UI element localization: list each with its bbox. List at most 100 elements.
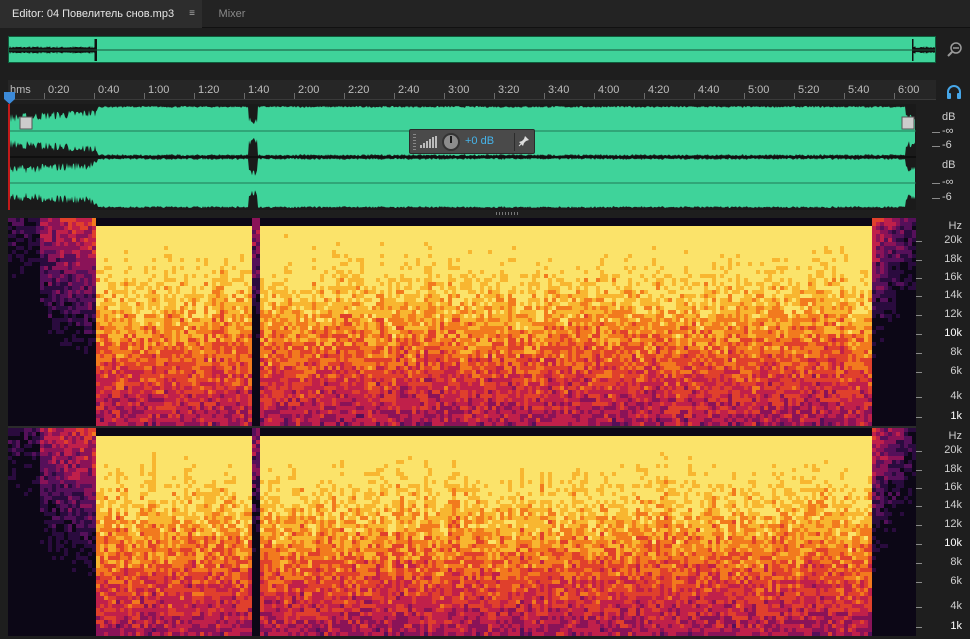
hz-label: 4k [950, 390, 962, 402]
tab-menu-icon[interactable]: ≡ [186, 0, 198, 28]
hz-label: 8k [950, 346, 962, 358]
hz-label: 16k [944, 481, 962, 493]
ruler-tick-mark [694, 93, 695, 99]
spectrogram-graph [8, 428, 916, 636]
hz-label: 14k [944, 289, 962, 301]
hz-label: 10k [944, 327, 962, 339]
ruler-tick-label: 2:20 [348, 84, 369, 96]
hz-label: 12k [944, 308, 962, 320]
ruler-tick-mark [344, 93, 345, 99]
hz-label: 18k [944, 253, 962, 265]
hz-label: 12k [944, 518, 962, 530]
hz-label: 4k [950, 600, 962, 612]
overview-waveform-graph [9, 38, 935, 62]
db-tick [932, 132, 940, 133]
ruler-tick-label: 5:40 [848, 84, 869, 96]
pin-icon[interactable] [518, 135, 530, 150]
ruler-tick-label: 1:40 [248, 84, 269, 96]
ruler-tick-mark [644, 93, 645, 99]
ruler-tick-label: 5:00 [748, 84, 769, 96]
db-tick [932, 146, 940, 147]
overview-waveform[interactable] [8, 36, 936, 63]
ruler-tick-mark [844, 93, 845, 99]
db-label-6-bottom: -6 [942, 191, 952, 203]
hz-tick [916, 315, 922, 316]
hz-tick [916, 506, 922, 507]
hz-tick [916, 278, 922, 279]
tab-editor[interactable]: Editor: 04 Повелитель снов.mp3 [0, 0, 202, 28]
hz-label: 6k [950, 365, 962, 377]
ruler-tick-mark [144, 93, 145, 99]
spectrogram-cells [8, 428, 916, 636]
tab-editor-label: Editor: 04 Повелитель снов.mp3 [12, 8, 174, 20]
hz-tick [916, 563, 922, 564]
ruler-tick-mark [894, 93, 895, 99]
ruler-tick-label: 4:00 [598, 84, 619, 96]
hz-tick [916, 544, 922, 545]
ruler-tick-mark [44, 93, 45, 99]
hz-tick [916, 488, 922, 489]
ruler-tick-label: 2:00 [298, 84, 319, 96]
ruler-tick-label: 5:20 [798, 84, 819, 96]
spectrogram-graph [8, 218, 916, 426]
ruler-tick-label: 0:20 [48, 84, 69, 96]
hz-tick [916, 260, 922, 261]
ruler-tick-mark [194, 93, 195, 99]
hz-label: 20k [944, 444, 962, 456]
ruler-tick-mark [394, 93, 395, 99]
db-tick [932, 198, 940, 199]
tab-bar: Editor: 04 Повелитель снов.mp3 ≡ Mixer [0, 0, 970, 28]
volume-knob[interactable] [442, 133, 460, 151]
ruler-tick-mark [494, 93, 495, 99]
ruler-tick-label: 3:40 [548, 84, 569, 96]
hz-tick [916, 296, 922, 297]
playhead-icon[interactable] [4, 92, 15, 104]
hud-grip-icon[interactable] [413, 134, 416, 150]
ruler-tick-mark [294, 93, 295, 99]
hz-tick [916, 470, 922, 471]
hz-label: 6k [950, 575, 962, 587]
fade-out-handle[interactable] [901, 116, 915, 130]
ruler-tick-label: 2:40 [398, 84, 419, 96]
ruler-tick-mark [544, 93, 545, 99]
hz-label: 20k [944, 234, 962, 246]
hz-tick [916, 397, 922, 398]
hz-tick [916, 372, 922, 373]
ruler-tick-label: 0:40 [98, 84, 119, 96]
level-bars-icon [420, 136, 437, 148]
ruler-tick-label: 6:00 [898, 84, 919, 96]
hz-label: 1k [950, 620, 962, 632]
ruler-tick-label: 1:20 [198, 84, 219, 96]
panel-resize-handle[interactable] [496, 212, 520, 215]
hz-scale-left: Hz 20k 18k 16k 14k 12k 10k 8k 6k 4k 1k [916, 218, 970, 426]
tab-mixer[interactable]: Mixer [202, 0, 262, 28]
ruler-tick-label: 1:00 [148, 84, 169, 96]
spectral-display-left[interactable] [8, 218, 916, 426]
waveform-display[interactable] [8, 104, 916, 210]
fade-in-handle[interactable] [19, 116, 33, 130]
hz-tick [916, 334, 922, 335]
hz-scale-right: Hz 20k 18k 16k 14k 12k 10k 8k 6k 4k 1k [916, 428, 970, 636]
zoom-out-icon[interactable] [944, 38, 966, 60]
hz-label: 16k [944, 271, 962, 283]
db-unit-bottom: dB [942, 159, 955, 171]
time-ruler[interactable]: hms 0:20 0:40 1:00 1:20 1:40 2:00 2:20 2:40 3:00… [8, 80, 936, 100]
db-label-inf-bottom: -∞ [942, 176, 954, 188]
hz-tick [916, 241, 922, 242]
volume-hud[interactable]: +0 dB [409, 129, 535, 154]
ruler-tick-label: 3:00 [448, 84, 469, 96]
ruler-tick-mark [594, 93, 595, 99]
hz-tick [916, 353, 922, 354]
hz-label: 8k [950, 556, 962, 568]
ruler-tick-mark [744, 93, 745, 99]
volume-value[interactable]: +0 dB [465, 135, 494, 147]
hz-label: 14k [944, 499, 962, 511]
spectral-display-right[interactable] [8, 428, 916, 636]
ruler-tick-label: 4:40 [698, 84, 719, 96]
hz-tick [916, 607, 922, 608]
hz-tick [916, 417, 922, 418]
ruler-tick-label: 3:20 [498, 84, 519, 96]
headphone-icon[interactable] [945, 84, 963, 100]
ruler-tick-mark [94, 93, 95, 99]
hz-label: 18k [944, 463, 962, 475]
